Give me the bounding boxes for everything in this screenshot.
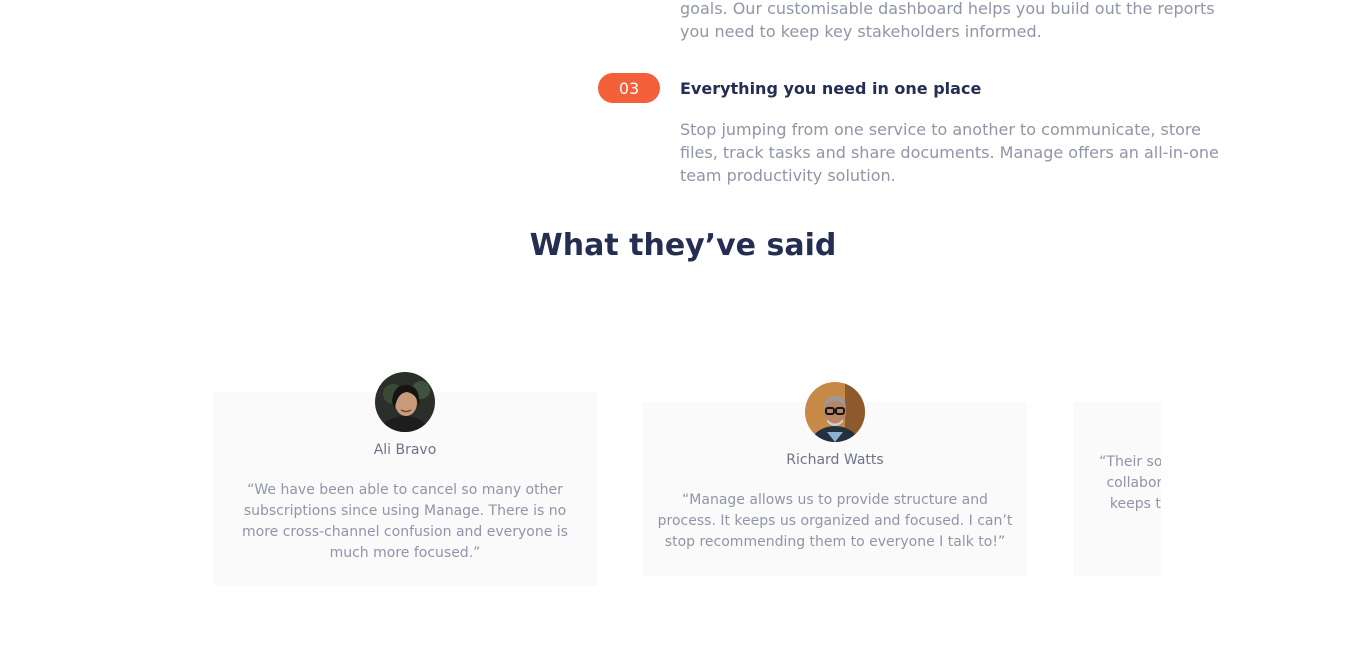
section-title: What they’ve said [529,228,837,263]
feature-title: Everything you need in one place [680,78,982,98]
quote: “Their software allows us to track, mana… [1099,454,1161,512]
name: Ali Bravo [373,442,437,458]
quote: “Manage allows us to provide structure a… [657,492,1013,550]
feature-text-top: goals. Our customisable dashboard helps … [680,0,1215,41]
feature-item-3: 03 Everything you need in one place [598,73,981,103]
feature-description: Stop jumping from one service to another… [680,120,1219,185]
quote: “We have been able to cancel so many oth… [242,482,568,561]
name: Richard Watts [786,452,884,468]
testimonial-card: “Their software allows us to track, mana… [1073,402,1161,576]
testimonial-carousel[interactable]: Ali Bravo “We have been able to cancel s… [0,360,1161,600]
avatar [805,382,865,442]
avatar [375,372,435,432]
feature-number-badge: 03 [598,73,660,103]
